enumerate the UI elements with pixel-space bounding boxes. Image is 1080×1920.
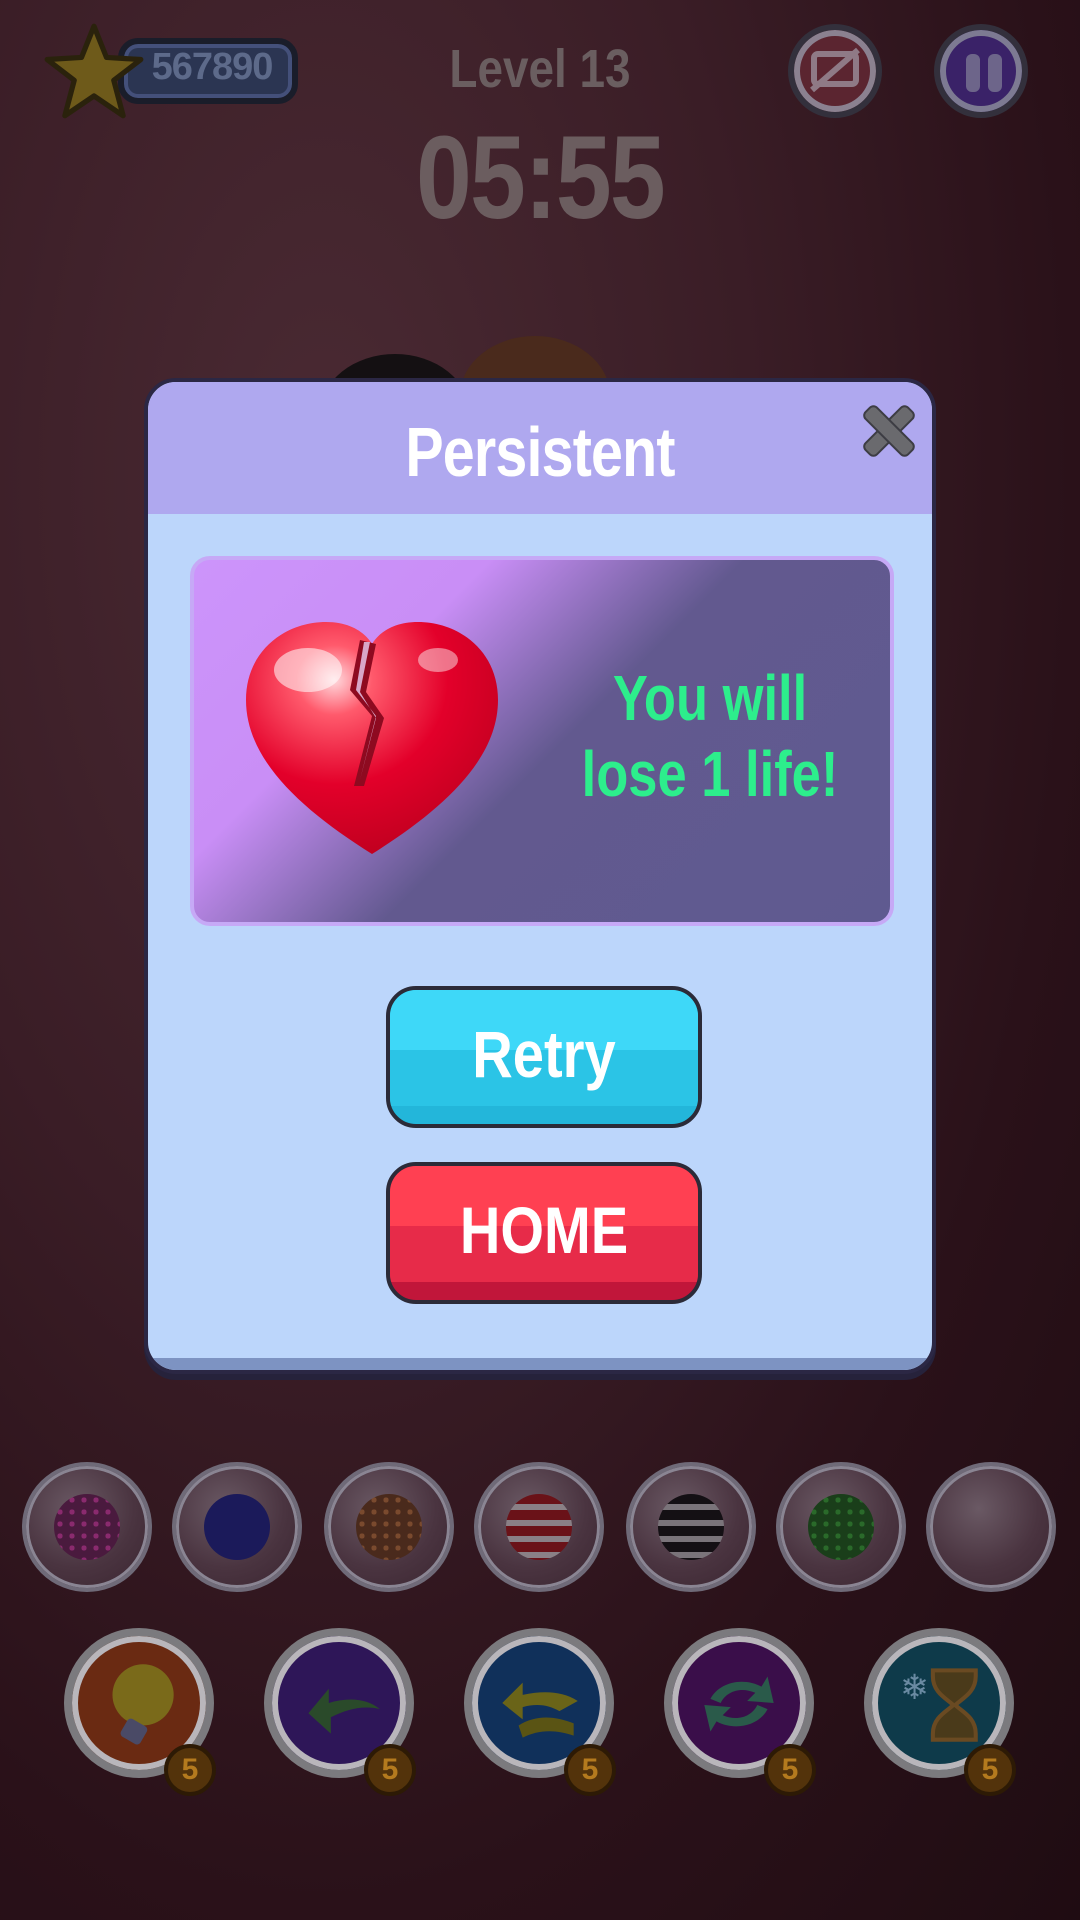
shuffle-icon [502, 1682, 578, 1738]
tray-slot[interactable] [172, 1462, 302, 1592]
blue-ball [204, 1494, 270, 1560]
undo-count-badge: 5 [364, 1744, 416, 1796]
tray-slot[interactable] [626, 1462, 756, 1592]
score-value: 567890 [151, 46, 274, 88]
swap-count-badge: 5 [764, 1744, 816, 1796]
hourglass-snowflake-icon: ❄ [900, 1668, 978, 1742]
pause-button[interactable] [934, 24, 1028, 118]
freeze-count-badge: 5 [964, 1744, 1016, 1796]
pink-dotted-ball [54, 1494, 120, 1560]
svg-text:❄: ❄ [900, 1668, 929, 1708]
home-button[interactable]: HOME [386, 1162, 702, 1304]
message-panel: You will lose 1 life! [190, 556, 894, 926]
green-dotted-ball [808, 1494, 874, 1560]
home-label: HOME [459, 1193, 629, 1267]
star-icon [44, 23, 144, 119]
brown-dotted-ball [356, 1494, 422, 1560]
no-ads-icon [810, 47, 860, 93]
tray-slot[interactable] [324, 1462, 454, 1592]
tray-slot[interactable] [474, 1462, 604, 1592]
lightbulb-icon [112, 1664, 174, 1745]
dialog-header: Persistent [148, 382, 932, 514]
timer: 05:55 [415, 112, 666, 244]
retry-button[interactable]: Retry [386, 986, 702, 1128]
message-line-1: You will [612, 662, 808, 734]
broken-heart-icon [246, 622, 498, 854]
hint-count-badge: 5 [164, 1744, 216, 1796]
tray-slot[interactable] [22, 1462, 152, 1592]
fail-dialog: Persistent You will lose 1 life! Retry H… [144, 378, 936, 1374]
dialog-title: Persistent [405, 413, 675, 491]
level-label: Level 13 [449, 39, 631, 99]
undo-arrow-icon [308, 1688, 380, 1734]
no-ads-button[interactable] [788, 24, 882, 118]
swap-icon [704, 1676, 774, 1732]
retry-label: Retry [472, 1017, 616, 1091]
hud: 567890 Level 13 05:55 [0, 0, 1080, 260]
close-icon[interactable] [860, 402, 914, 456]
tray-slot-empty[interactable] [926, 1462, 1056, 1592]
black-striped-ball [658, 1494, 724, 1560]
message-line-2: lose 1 life! [581, 738, 839, 810]
lose-life-message: You will lose 1 life! [579, 660, 841, 812]
shuffle-count-badge: 5 [564, 1744, 616, 1796]
tray-slot[interactable] [776, 1462, 906, 1592]
red-striped-ball [506, 1494, 572, 1560]
